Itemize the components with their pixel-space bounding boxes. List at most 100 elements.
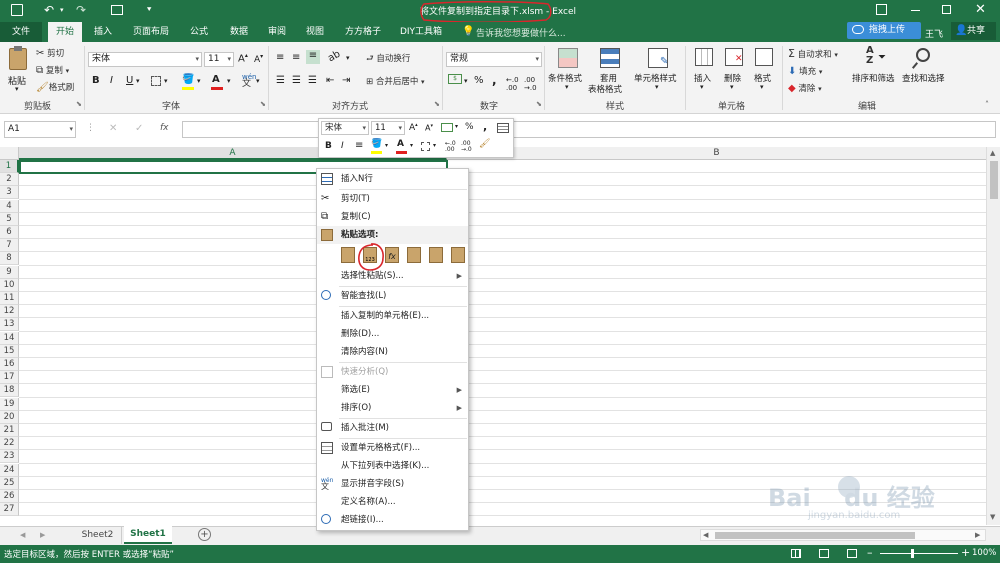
align-bottom-icon[interactable]: ≡ [306, 50, 320, 64]
menu-item-sort[interactable]: 排序(O) ▶ [317, 399, 468, 417]
copy-button[interactable]: ⧉ 复制 ▾ [36, 64, 69, 76]
menu-item-pick-list[interactable]: 从下拉列表中选择(K)... [317, 457, 468, 475]
mini-border-icon[interactable] [421, 142, 430, 151]
comma-button[interactable]: , [492, 73, 497, 87]
row-header[interactable]: 20 [0, 410, 19, 424]
cancel-entry-icon[interactable]: ✕ [109, 123, 117, 134]
autosum-button[interactable]: Σ 自动求和 ▾ [788, 47, 838, 60]
underline-dropdown-icon[interactable]: ▾ [136, 77, 140, 85]
column-header-b[interactable]: B [447, 147, 986, 160]
zoom-in-icon[interactable]: + [961, 546, 970, 559]
scroll-right-icon[interactable]: ▶ [975, 531, 980, 539]
row-header[interactable]: 14 [0, 331, 19, 345]
sheet-tab-sheet2[interactable]: Sheet2 [74, 527, 122, 544]
vertical-scrollbar[interactable]: ▲ ▼ [986, 147, 1000, 525]
decrease-indent-icon[interactable]: ⇤ [326, 75, 334, 86]
insert-cells-button[interactable]: 插入 ▾ [690, 46, 718, 96]
scroll-down-icon[interactable]: ▼ [990, 513, 995, 521]
bold-button[interactable]: B [92, 75, 100, 86]
tab-fangfang[interactable]: 方方格子 [338, 22, 388, 42]
align-top-icon[interactable]: ≡ [276, 52, 284, 63]
row-header[interactable]: 21 [0, 424, 19, 437]
paste-transpose-icon[interactable] [407, 247, 421, 263]
menu-item-hyperlink[interactable]: 超链接(I)... [317, 511, 468, 529]
row-header[interactable]: 10 [0, 278, 19, 292]
wrap-text-button[interactable]: ⮐ 自动换行 [366, 52, 410, 67]
horizontal-scrollbar[interactable]: ◀ ▶ [700, 529, 986, 541]
mini-font-select[interactable]: 宋体 ▾ [321, 121, 369, 135]
decrease-font-icon[interactable]: A▾ [254, 53, 263, 65]
align-right-icon[interactable]: ☰ [308, 75, 317, 86]
menu-item-format-cells[interactable]: 设置单元格格式(F)... [317, 439, 468, 457]
mini-comma-button[interactable]: , [483, 120, 487, 133]
zoom-out-icon[interactable]: – [867, 546, 873, 559]
scroll-thumb[interactable] [990, 161, 998, 199]
tab-review[interactable]: 审阅 [260, 22, 294, 42]
tab-home[interactable]: 开始 [48, 22, 82, 42]
zoom-level[interactable]: 100% [972, 548, 996, 558]
row-header[interactable]: 3 [0, 186, 19, 200]
mini-center-icon[interactable]: ≡ [355, 140, 363, 151]
row-header[interactable]: 23 [0, 450, 19, 464]
ribbon-display-icon[interactable] [876, 4, 887, 15]
find-select-button[interactable]: 查找和选择 [902, 46, 950, 96]
row-header[interactable]: 5 [0, 212, 19, 226]
row-header[interactable]: 27 [0, 503, 19, 517]
confirm-entry-icon[interactable]: ✓ [135, 123, 143, 134]
menu-item-cut[interactable]: ✂ 剪切(T) [317, 190, 468, 208]
cell-styles-button[interactable]: ✎ 单元格样式 ▾ [632, 46, 682, 96]
mini-currency-icon[interactable] [441, 123, 453, 132]
mini-increase-decimal-icon[interactable]: ←.0.00 [445, 141, 456, 153]
clear-button[interactable]: ◆ 清除 ▾ [788, 82, 822, 94]
menu-item-insert-comment[interactable]: 插入批注(M) [317, 419, 468, 437]
increase-decimal-icon[interactable]: ←.0.00 [506, 76, 519, 92]
row-header[interactable]: 7 [0, 239, 19, 253]
border-dropdown-icon[interactable]: ▾ [164, 77, 168, 85]
sort-filter-button[interactable]: AZ ⏷ 排序和筛选 [852, 46, 900, 96]
format-painter-button[interactable]: 🖌格式刷 [36, 81, 74, 93]
menu-item-phonetic[interactable]: wén 文 显示拼音字段(S) [317, 475, 468, 493]
font-color-dropdown-icon[interactable]: ▾ [227, 77, 231, 85]
tab-insert[interactable]: 插入 [86, 22, 120, 42]
fill-button[interactable]: ⬇ 填充 ▾ [788, 65, 822, 77]
user-name[interactable]: 王飞 [925, 27, 943, 40]
row-header[interactable]: 12 [0, 305, 19, 319]
currency-dropdown-icon[interactable]: ▾ [464, 77, 468, 85]
prev-sheet-icon[interactable]: ◀ [20, 531, 25, 539]
page-layout-view-icon[interactable] [819, 549, 829, 558]
zoom-slider-thumb[interactable] [911, 549, 914, 558]
decrease-decimal-icon[interactable]: .00 →.0 [524, 76, 537, 92]
paste-button[interactable]: 粘贴 ▾ [6, 46, 32, 93]
mini-fill-color-icon[interactable]: 🪣 [371, 139, 382, 149]
increase-font-icon[interactable]: A▴ [238, 52, 248, 64]
menu-item-paste-special[interactable]: 选择性粘贴(S)... ▶ [317, 267, 468, 285]
formula-input[interactable] [182, 121, 996, 138]
font-color-icon[interactable]: A [212, 74, 220, 85]
name-box[interactable]: A1 ▾ [4, 121, 76, 138]
menu-item-insert-copied[interactable]: 插入复制的单元格(E)... [317, 307, 468, 325]
collapse-ribbon-icon[interactable]: ˄ [985, 100, 989, 109]
mini-format-table-icon[interactable] [497, 123, 509, 133]
mini-increase-font-icon[interactable]: A▴ [409, 122, 418, 133]
form-icon[interactable] [111, 5, 123, 15]
redo-icon[interactable]: ↷ [76, 3, 86, 17]
menu-item-insert-rows[interactable]: 插入N行 [317, 170, 468, 188]
percent-button[interactable]: % [474, 75, 484, 86]
share-button[interactable]: 👤 共享 [951, 22, 996, 40]
tab-page-layout[interactable]: 页面布局 [126, 22, 176, 42]
align-middle-icon[interactable]: ≡ [292, 52, 300, 63]
delete-cells-button[interactable]: ✕ 删除 ▾ [720, 46, 748, 96]
menu-item-smart-lookup[interactable]: 智能查找(L) [317, 287, 468, 305]
mini-currency-dropdown-icon[interactable]: ▾ [455, 123, 458, 130]
mini-border-dropdown-icon[interactable]: ▾ [433, 142, 436, 149]
row-header[interactable]: 26 [0, 490, 19, 503]
paste-formatting-icon[interactable] [429, 247, 443, 263]
page-break-view-icon[interactable] [847, 549, 857, 558]
cut-button[interactable]: ✂ 剪切 [36, 47, 64, 59]
add-sheet-icon[interactable]: + [198, 528, 211, 541]
row-header[interactable]: 8 [0, 252, 19, 266]
row-header[interactable]: 16 [0, 358, 19, 371]
phonetic-dropdown-icon[interactable]: ▾ [256, 77, 260, 85]
menu-item-delete[interactable]: 删除(D)... [317, 325, 468, 343]
tab-view[interactable]: 视图 [298, 22, 332, 42]
